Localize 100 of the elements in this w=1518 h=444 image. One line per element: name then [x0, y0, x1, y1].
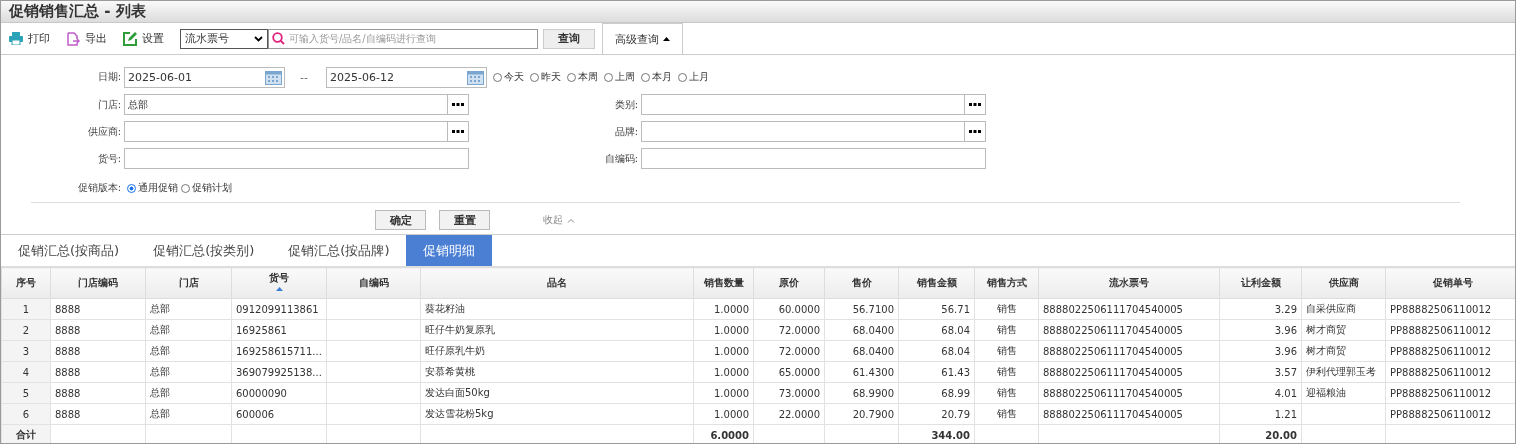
table-cell: 72.0000	[778, 324, 820, 336]
input-field[interactable]	[641, 94, 965, 115]
field-label: 品牌:	[613, 124, 638, 139]
table-cell: 销售	[996, 408, 1017, 419]
tab[interactable]: 促销汇总(按品牌)	[271, 235, 407, 266]
table-cell: 3	[22, 345, 30, 357]
table-cell: 8888022506111704540005	[1043, 387, 1183, 399]
date-field[interactable]: 2025-06-12	[326, 66, 487, 88]
table-cell: 169258615711...	[236, 345, 322, 357]
input-field[interactable]	[641, 121, 965, 142]
table-cell: 总部	[150, 408, 170, 419]
input-field[interactable]	[641, 148, 986, 169]
table-cell: 1.0000	[714, 324, 749, 336]
chevron-up-icon	[567, 217, 575, 223]
table-cell: 8888	[55, 387, 81, 399]
picker-button[interactable]	[448, 121, 469, 142]
more-icon	[452, 130, 464, 133]
toolbar-button[interactable]: 导出	[66, 27, 107, 50]
radio-option[interactable]: 上周	[604, 70, 635, 84]
picker-button[interactable]	[965, 94, 986, 115]
column-header[interactable]: 原价	[753, 267, 825, 299]
table-cell: PP88882506110012	[1390, 408, 1492, 420]
search-type-select[interactable]: 流水票号	[180, 28, 268, 49]
tab[interactable]: 促销汇总(按类别)	[136, 235, 272, 266]
column-header[interactable]: 货号	[231, 267, 327, 299]
table-cell: 总部	[150, 387, 170, 398]
radio-option[interactable]: 今天	[493, 70, 524, 84]
table-cell: 3.96	[1274, 345, 1297, 357]
table-cell: 65.0000	[778, 366, 820, 378]
table-cell: 8888022506111704540005	[1043, 366, 1183, 378]
column-header[interactable]: 销售方式	[974, 267, 1039, 299]
table-cell: 68.0400	[852, 324, 894, 336]
table-cell: 总部	[150, 303, 170, 314]
table-cell: 伊利代理郭玉考	[1306, 366, 1376, 377]
column-header[interactable]: 售价	[824, 267, 899, 299]
table-cell: 销售	[996, 345, 1017, 356]
column-header[interactable]: 促销单号	[1385, 267, 1515, 299]
column-header[interactable]: 序号	[1, 267, 51, 299]
table-cell: 8888022506111704540005	[1043, 303, 1183, 315]
column-header[interactable]: 销售金额	[898, 267, 975, 299]
advanced-query-tab[interactable]: 高级查询	[602, 23, 683, 54]
table-cell: 8888	[55, 366, 81, 378]
table-cell: 树才商贸	[1306, 324, 1346, 335]
field-label: 门店:	[96, 97, 121, 112]
table-cell: 61.4300	[852, 366, 894, 378]
table-cell: 1.0000	[714, 366, 749, 378]
column-header[interactable]: 门店编码	[50, 267, 146, 299]
date-field[interactable]: 2025-06-01	[124, 66, 285, 88]
column-header[interactable]: 门店	[145, 267, 232, 299]
table-cell: 总部	[150, 324, 170, 335]
column-header[interactable]: 销售数量	[693, 267, 754, 299]
reset-button[interactable]: 重置	[439, 210, 490, 230]
page-title: 促销销售汇总 - 列表	[9, 2, 146, 21]
field-label: 货号:	[96, 151, 121, 166]
table-cell: 56.71	[941, 303, 970, 315]
table-cell: 3.29	[1274, 303, 1297, 315]
table-cell: 2	[22, 324, 30, 336]
radio-option[interactable]: 本周	[567, 70, 598, 84]
table-cell: 1.0000	[714, 387, 749, 399]
radio-option[interactable]: 本月	[641, 70, 672, 84]
tab[interactable]: 促销明细	[406, 235, 493, 266]
confirm-button[interactable]: 确定	[375, 210, 426, 230]
input-field[interactable]	[124, 148, 469, 169]
input-field[interactable]	[124, 121, 448, 142]
radio-option[interactable]: 昨天	[530, 70, 561, 84]
total-cell: 6.0000	[710, 429, 749, 441]
picker-button[interactable]	[965, 121, 986, 142]
field-label: 类别:	[613, 97, 638, 112]
table-cell: 20.7900	[852, 408, 894, 420]
toolbar-button[interactable]: 打印	[9, 27, 50, 50]
column-header[interactable]: 自编码	[326, 267, 421, 299]
picker-button[interactable]	[448, 94, 469, 115]
radio-option[interactable]: 促销计划	[181, 181, 232, 195]
tab[interactable]: 促销汇总(按商品)	[1, 235, 137, 266]
table-cell: 16925861	[236, 324, 287, 336]
search-icon	[272, 31, 285, 45]
column-header[interactable]: 让利金额	[1219, 267, 1302, 299]
table-cell: 6	[22, 408, 30, 420]
collapse-link[interactable]: 收起	[543, 213, 575, 227]
table-cell: 1.0000	[714, 345, 749, 357]
column-header[interactable]: 流水票号	[1038, 267, 1220, 299]
column-header-label: 货号	[268, 273, 290, 283]
query-button[interactable]: 查询	[543, 28, 595, 49]
table-cell: 68.04	[941, 345, 970, 357]
table-cell: 61.43	[941, 366, 970, 378]
printer-icon	[9, 32, 23, 45]
toolbar-button[interactable]: 设置	[123, 27, 164, 50]
input-field[interactable]: 总部	[124, 94, 448, 115]
table-cell: 73.0000	[778, 387, 820, 399]
table-cell: 销售	[996, 324, 1017, 335]
table-cell: 8888	[55, 408, 81, 420]
table-cell: 8888022506111704540005	[1043, 408, 1183, 420]
column-header[interactable]: 供应商	[1301, 267, 1386, 299]
table-cell: 1.0000	[714, 303, 749, 315]
radio-option[interactable]: 上月	[678, 70, 709, 84]
column-header[interactable]: 品名	[420, 267, 694, 299]
total-cell: 合计	[16, 429, 36, 440]
table-cell: 0912099113861	[236, 303, 319, 315]
search-field[interactable]: 可输入货号/品名/自编码进行查询	[268, 28, 538, 49]
radio-option[interactable]: 通用促销	[127, 181, 178, 195]
